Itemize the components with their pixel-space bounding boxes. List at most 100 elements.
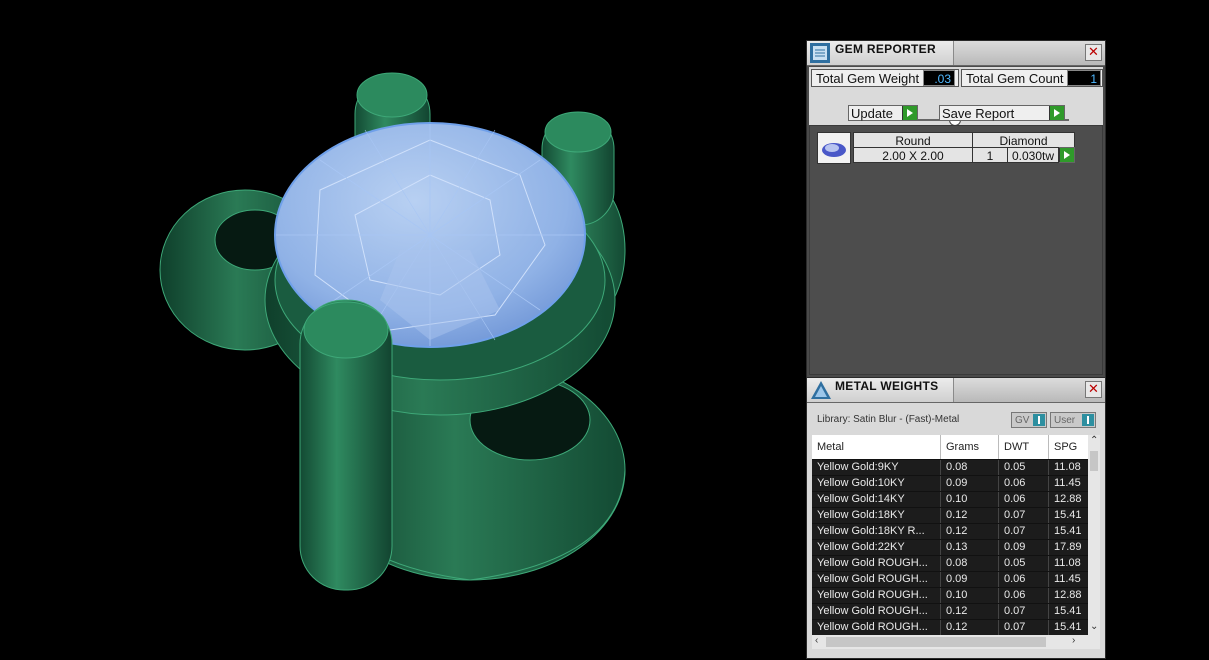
gem-thumbnail[interactable] xyxy=(817,132,851,164)
horizontal-scroll-thumb[interactable] xyxy=(826,637,1046,647)
gem-quantity: 1 xyxy=(972,147,1008,163)
gem-report-icon xyxy=(810,43,830,63)
metal-weights-title: METAL WEIGHTS xyxy=(835,379,939,393)
grams-cell: 0.12 xyxy=(941,508,999,523)
spg-cell: 12.88 xyxy=(1049,588,1088,603)
spg-cell: 15.41 xyxy=(1049,604,1088,619)
spg-cell: 15.41 xyxy=(1049,508,1088,523)
metal-weight-icon xyxy=(810,380,831,400)
col-grams[interactable]: Grams xyxy=(941,435,999,459)
table-row[interactable]: Yellow Gold ROUGH... 0.12 0.07 15.41 xyxy=(812,620,1088,635)
grams-cell: 0.12 xyxy=(941,604,999,619)
dwt-cell: 0.06 xyxy=(999,588,1049,603)
horizontal-scrollbar[interactable]: ‹ › xyxy=(812,635,1100,649)
gv-toggle-icon xyxy=(1033,414,1045,426)
dwt-cell: 0.07 xyxy=(999,524,1049,539)
dwt-cell: 0.07 xyxy=(999,620,1049,635)
user-toggle-icon xyxy=(1082,414,1094,426)
col-dwt[interactable]: DWT xyxy=(999,435,1049,459)
gv-toggle[interactable]: GV xyxy=(1011,412,1047,428)
update-button[interactable]: Update xyxy=(848,105,918,121)
spg-cell: 11.08 xyxy=(1049,556,1088,571)
metal-weights-titlebar[interactable]: METAL WEIGHTS ✕ xyxy=(807,378,1105,403)
grams-cell: 0.13 xyxy=(941,540,999,555)
table-row[interactable]: Yellow Gold:18KY 0.12 0.07 15.41 xyxy=(812,508,1088,524)
save-report-play-icon xyxy=(1049,106,1064,120)
col-metal[interactable]: Metal xyxy=(812,435,941,459)
gem-row-play-icon xyxy=(1059,148,1074,162)
grams-cell: 0.09 xyxy=(941,476,999,491)
scroll-left-icon[interactable]: ‹ xyxy=(815,635,818,646)
save-report-label: Save Report xyxy=(942,106,1015,121)
dwt-cell: 0.05 xyxy=(999,460,1049,475)
table-row[interactable]: Yellow Gold:14KY 0.10 0.06 12.88 xyxy=(812,492,1088,508)
metal-weights-table: Metal Grams DWT SPG Yellow Gold:9KY 0.08 0… xyxy=(812,435,1088,635)
scroll-right-icon[interactable]: › xyxy=(1072,635,1075,646)
grams-cell: 0.08 xyxy=(941,460,999,475)
metal-name-cell: Yellow Gold ROUGH... xyxy=(812,620,941,635)
scroll-down-icon[interactable]: ⌄ xyxy=(1090,621,1098,632)
dwt-cell: 0.07 xyxy=(999,604,1049,619)
spg-cell: 11.45 xyxy=(1049,572,1088,587)
user-toggle-label: User xyxy=(1054,415,1076,426)
grams-cell: 0.10 xyxy=(941,588,999,603)
3d-viewport[interactable] xyxy=(0,0,800,657)
table-row[interactable]: Yellow Gold ROUGH... 0.09 0.06 11.45 xyxy=(812,572,1088,588)
spg-cell: 12.88 xyxy=(1049,492,1088,507)
dwt-cell: 0.07 xyxy=(999,508,1049,523)
gem-weight: 0.030tw xyxy=(1007,147,1059,163)
table-row[interactable]: Yellow Gold ROUGH... 0.12 0.07 15.41 xyxy=(812,604,1088,620)
dwt-cell: 0.06 xyxy=(999,572,1049,587)
grams-cell: 0.12 xyxy=(941,620,999,635)
grams-cell: 0.08 xyxy=(941,556,999,571)
save-report-button[interactable]: Save Report xyxy=(939,105,1065,121)
grams-cell: 0.09 xyxy=(941,572,999,587)
gem-row-play-button[interactable] xyxy=(1059,147,1075,163)
table-header: Metal Grams DWT SPG xyxy=(812,435,1088,459)
scroll-up-icon[interactable]: ⌃ xyxy=(1090,435,1098,446)
spg-cell: 17.89 xyxy=(1049,540,1088,555)
table-row[interactable]: Yellow Gold ROUGH... 0.08 0.05 11.08 xyxy=(812,556,1088,572)
metal-name-cell: Yellow Gold ROUGH... xyxy=(812,556,941,571)
metal-name-cell: Yellow Gold:18KY R... xyxy=(812,524,941,539)
metal-name-cell: Yellow Gold:22KY xyxy=(812,540,941,555)
metal-name-cell: Yellow Gold:10KY xyxy=(812,476,941,491)
ring-model-render xyxy=(159,72,626,591)
total-gem-count-value: 1 xyxy=(1067,70,1101,86)
spg-cell: 11.45 xyxy=(1049,476,1088,491)
table-row[interactable]: Yellow Gold ROUGH... 0.10 0.06 12.88 xyxy=(812,588,1088,604)
gem-cut: Round xyxy=(853,132,973,148)
metal-name-cell: Yellow Gold ROUGH... xyxy=(812,588,941,603)
gem-material: Diamond xyxy=(972,132,1075,148)
metal-name-cell: Yellow Gold:14KY xyxy=(812,492,941,507)
gem-reporter-panel: GEM REPORTER ✕ Total Gem Weight .03 Tota… xyxy=(806,40,1106,379)
gem-reporter-close-icon[interactable]: ✕ xyxy=(1085,44,1102,61)
gv-toggle-label: GV xyxy=(1015,415,1030,426)
metal-weights-close-icon[interactable]: ✕ xyxy=(1085,381,1102,398)
metal-weights-panel: METAL WEIGHTS ✕ Library: Satin Blur - (F… xyxy=(806,377,1106,659)
dwt-cell: 0.06 xyxy=(999,492,1049,507)
table-row[interactable]: Yellow Gold:22KY 0.13 0.09 17.89 xyxy=(812,540,1088,556)
gem-reporter-tab: GEM REPORTER xyxy=(807,41,954,65)
vertical-scroll-thumb[interactable] xyxy=(1090,451,1098,471)
col-spg[interactable]: SPG xyxy=(1049,435,1088,459)
metal-name-cell: Yellow Gold:9KY xyxy=(812,460,941,475)
spg-cell: 15.41 xyxy=(1049,620,1088,635)
table-row[interactable]: Yellow Gold:9KY 0.08 0.05 11.08 xyxy=(812,460,1088,476)
metal-name-cell: Yellow Gold:18KY xyxy=(812,508,941,523)
table-row[interactable]: Yellow Gold:18KY R... 0.12 0.07 15.41 xyxy=(812,524,1088,540)
dwt-cell: 0.06 xyxy=(999,476,1049,491)
vertical-scrollbar[interactable]: ⌃ ⌄ xyxy=(1088,435,1100,635)
user-toggle[interactable]: User xyxy=(1050,412,1096,428)
gem-size: 2.00 X 2.00 xyxy=(853,147,973,163)
library-label: Library: Satin Blur - (Fast)-Metal xyxy=(817,414,960,425)
grams-cell: 0.10 xyxy=(941,492,999,507)
dwt-cell: 0.09 xyxy=(999,540,1049,555)
metal-weights-tab: METAL WEIGHTS xyxy=(807,378,954,402)
table-row[interactable]: Yellow Gold:10KY 0.09 0.06 11.45 xyxy=(812,476,1088,492)
update-play-icon xyxy=(902,106,917,120)
metal-name-cell: Yellow Gold ROUGH... xyxy=(812,572,941,587)
gem-reporter-titlebar[interactable]: GEM REPORTER ✕ xyxy=(807,41,1105,66)
dwt-cell: 0.05 xyxy=(999,556,1049,571)
gem-list: Round Diamond 2.00 X 2.00 1 0.030tw xyxy=(809,125,1103,375)
